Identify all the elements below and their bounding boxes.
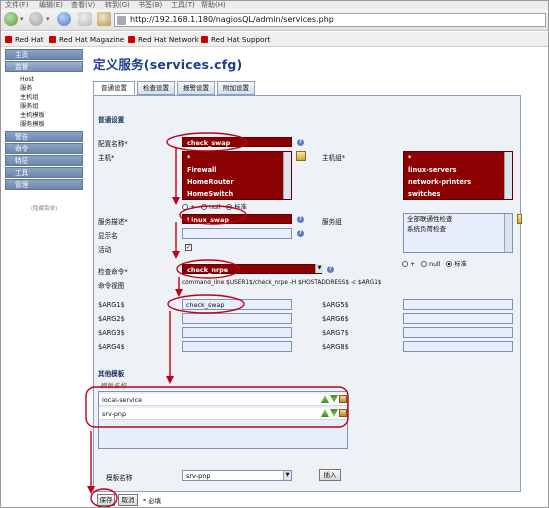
highlight-ellipse-save [90, 488, 118, 507]
highlight-box-templates [85, 386, 349, 428]
annotation-overlay [85, 132, 349, 507]
browser-window: 文件(F) 编辑(E) 查看(V) 转到(G) 书签(B) 工具(T) 帮助(H… [0, 0, 549, 508]
highlight-ellipse-check-command [176, 259, 240, 279]
arrow-head [175, 289, 183, 297]
highlight-ellipse-service-desc [179, 205, 247, 225]
arrow-head [172, 197, 180, 205]
highlight-ellipse-config-name [166, 132, 248, 152]
arrow-head [172, 251, 180, 259]
arrow-head [166, 376, 174, 384]
highlight-ellipse-arg1 [167, 294, 245, 314]
